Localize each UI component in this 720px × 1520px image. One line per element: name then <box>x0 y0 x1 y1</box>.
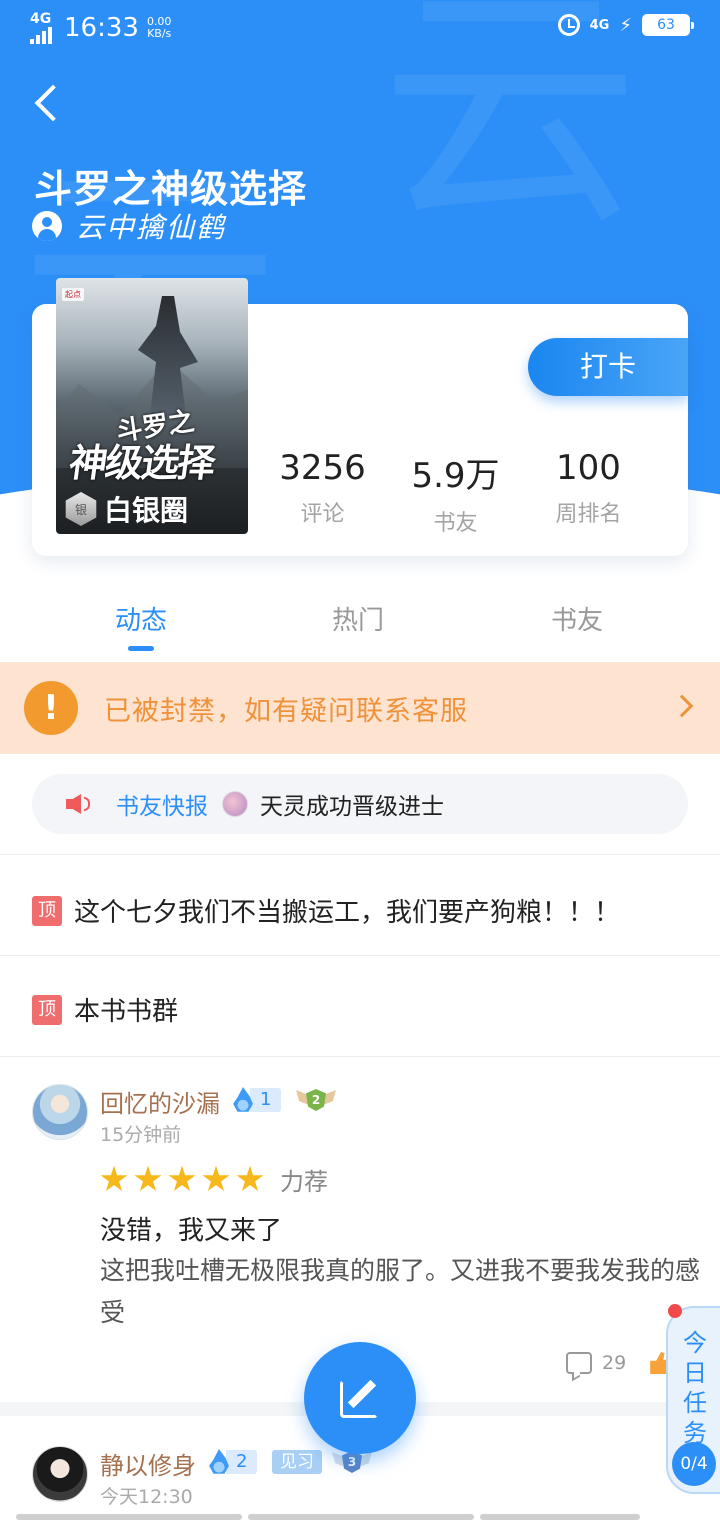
rank-value: 2 <box>306 1089 326 1111</box>
user-icon <box>32 211 62 241</box>
pinned-title: 这个七夕我们不当搬运工，我们要产狗粮！！！ <box>74 898 621 928</box>
tab-readers[interactable]: 书友 <box>497 600 657 637</box>
post-time: 今天12:30 <box>100 1486 193 1508</box>
stats-row: 3256 评论 5.9万 书友 100 周排名 <box>256 448 656 537</box>
tab-indicator <box>128 646 154 651</box>
star-icon <box>236 1165 264 1191</box>
stat-value: 100 <box>556 448 621 488</box>
daily-task-progress: 0/4 <box>672 1442 716 1486</box>
avatar[interactable] <box>32 1084 88 1140</box>
stat-label: 周排名 <box>555 502 622 527</box>
stat-comments[interactable]: 3256 评论 <box>256 448 389 537</box>
battery-icon: 63 <box>642 14 694 36</box>
comment-icon[interactable] <box>566 1352 592 1374</box>
network-type-2: 4G <box>589 17 610 33</box>
rank-badge: 2 <box>296 1086 336 1114</box>
silver-hex-icon: 银 <box>65 492 97 526</box>
bottom-hint-bar <box>248 1514 474 1520</box>
silver-circle-badge: 银 白银圈 <box>64 492 240 527</box>
star-icon <box>100 1165 128 1191</box>
status-bar: 4G 16:33 0.00 KB/s 4G ⚡ 63 <box>0 0 720 56</box>
post-time: 15分钟前 <box>100 1124 182 1146</box>
tab-hot[interactable]: 热门 <box>278 600 438 637</box>
bottom-hint-bar <box>16 1514 242 1520</box>
avatar[interactable] <box>32 1446 88 1502</box>
rank-value: 3 <box>342 1451 362 1473</box>
tab-bar: 动态 热门 书友 <box>0 600 720 656</box>
alarm-icon <box>557 14 580 36</box>
username[interactable]: 回忆的沙漏 <box>100 1084 220 1119</box>
author-row[interactable]: 云中擒仙鹤 <box>32 206 226 246</box>
compose-button[interactable] <box>304 1342 416 1454</box>
book-cover[interactable]: 起点 斗罗之 神级选择 银 白银圈 <box>56 278 248 534</box>
fan-level-badge: 2 <box>208 1449 258 1474</box>
network-type: 4G <box>30 11 52 27</box>
post-actions: 29 <box>566 1352 675 1374</box>
checkin-button[interactable]: 打卡 <box>528 338 688 396</box>
pinned-post[interactable]: 顶 本书书群 <box>32 991 178 1028</box>
net-speed: 0.00 KB/s <box>147 16 172 40</box>
charging-icon: ⚡ <box>619 14 632 36</box>
tab-feed[interactable]: 动态 <box>61 600 221 637</box>
comment-count: 29 <box>602 1352 627 1374</box>
stat-label: 评论 <box>300 502 345 527</box>
newsflash-text: 天灵成功晋级进士 <box>260 794 444 820</box>
stat-readers[interactable]: 5.9万 书友 <box>389 448 522 537</box>
fan-level: 2 <box>226 1450 258 1474</box>
stat-value: 5.9万 <box>411 456 500 496</box>
star-icon <box>202 1165 230 1191</box>
fan-level: 1 <box>250 1088 282 1112</box>
speaker-icon <box>66 793 92 815</box>
rating-label: 力荐 <box>280 1168 328 1196</box>
chevron-right-icon <box>670 694 694 718</box>
divider <box>0 854 720 855</box>
pinned-tag: 顶 <box>32 994 62 1025</box>
publisher-logo: 起点 <box>62 288 84 301</box>
clock: 16:33 <box>64 13 139 43</box>
cover-title-main: 神级选择 <box>66 441 217 485</box>
bottom-hint-bar <box>480 1514 640 1520</box>
newsflash-label: 书友快报 <box>116 794 208 820</box>
author-name: 云中擒仙鹤 <box>76 211 227 244</box>
stat-weekly-rank[interactable]: 100 周排名 <box>522 448 655 537</box>
stat-label: 书友 <box>433 511 478 536</box>
pinned-tag: 顶 <box>32 895 62 926</box>
signal-icon: 4G <box>30 12 52 44</box>
star-icon <box>134 1165 162 1191</box>
divider <box>0 1056 720 1057</box>
notification-dot <box>668 1304 682 1318</box>
daily-task-label: 今日任务 <box>683 1329 707 1447</box>
reader-newsflash[interactable]: 书友快报 天灵成功晋级进士 <box>32 774 688 834</box>
avatar <box>222 791 248 817</box>
rank-tag: 见习 <box>272 1450 322 1474</box>
net-speed-unit: KB/s <box>147 27 172 40</box>
pinned-title: 本书书群 <box>74 997 179 1027</box>
book-title: 斗罗之神级选择 <box>34 167 308 211</box>
warning-icon: ! <box>24 681 78 735</box>
divider <box>0 955 720 956</box>
rating-stars: 力荐 <box>100 1162 328 1197</box>
username[interactable]: 静以修身 <box>100 1446 196 1481</box>
back-button[interactable] <box>30 84 70 124</box>
ban-notice-text: 已被封禁，如有疑问联系客服 <box>104 695 468 727</box>
ban-notice[interactable]: ! 已被封禁，如有疑问联系客服 <box>0 662 720 754</box>
stat-value: 3256 <box>279 448 366 488</box>
star-icon <box>168 1165 196 1191</box>
post-title: 没错，我又来了 <box>100 1216 283 1246</box>
post-body: 这把我吐槽无极限我真的服了。又进我不要我发我的感受 <box>100 1256 701 1327</box>
pinned-post[interactable]: 顶 这个七夕我们不当搬运工，我们要产狗粮！！！ <box>32 892 620 929</box>
fan-level-badge: 1 <box>232 1087 282 1112</box>
daily-task-tab[interactable]: 今日任务 0/4 <box>666 1306 720 1494</box>
circle-badge-label: 白银圈 <box>104 494 189 527</box>
